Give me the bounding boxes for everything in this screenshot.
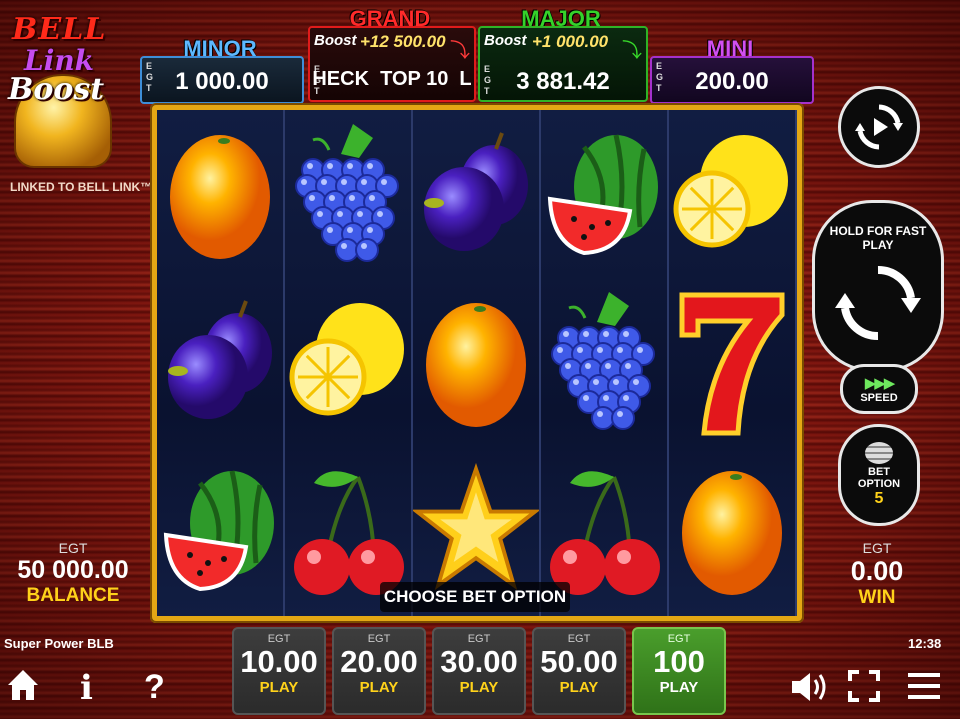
bet-option-line2: OPTION (857, 478, 901, 490)
spin-button[interactable]: HOLD FOR FAST PLAY (812, 200, 944, 372)
orange-symbol (157, 110, 283, 278)
major-boost-label: Boost (484, 32, 527, 49)
spin-icon (835, 265, 921, 341)
choose-bet-message: CHOOSE BET OPTION (380, 582, 570, 612)
bet-button-30.00[interactable]: EGT 30.00 PLAY (432, 627, 526, 715)
bet-button-20.00[interactable]: EGT 20.00 PLAY (332, 627, 426, 715)
reel-4 (541, 110, 669, 616)
home-icon (8, 670, 38, 700)
info-button[interactable]: i (80, 668, 93, 708)
game-logo: BELL Link Boost (6, 8, 116, 178)
balance-panel: EGT 50 000.00 BALANCE (8, 540, 138, 607)
bet-option-value: 5 (874, 490, 884, 507)
speed-button[interactable]: ▶▶▶ SPEED (840, 364, 918, 414)
grand-jackpot-panel: Boost +12 500.00 ⤵ EGT HECK TOP 10 L (308, 26, 476, 102)
lemon-symbol (669, 110, 795, 278)
balance-amount: 50 000.00 (17, 556, 129, 584)
reel-2 (285, 110, 413, 616)
plum-symbol (157, 278, 283, 446)
reel-area[interactable] (157, 110, 797, 616)
minor-jackpot-value: 1 000.00 (175, 68, 269, 95)
help-button[interactable]: ? (144, 668, 165, 707)
bet-value: 10.00 (240, 644, 318, 679)
bet-play-label: PLAY (359, 679, 399, 696)
home-button[interactable] (6, 668, 40, 711)
win-panel: EGT 0.00 WIN (822, 540, 932, 609)
major-jackpot-value: 3 881.42 (516, 68, 610, 95)
orange-symbol (669, 446, 795, 614)
bet-option-line1: BET (868, 466, 890, 478)
hamburger-menu-icon (908, 673, 940, 699)
fast-play-label: HOLD FOR FAST PLAY (829, 224, 927, 252)
clock: 12:38 (908, 636, 942, 651)
seven-symbol (669, 278, 795, 446)
watermelon-symbol (157, 446, 283, 614)
balance-egt-label: EGT (58, 540, 88, 556)
autoplay-button[interactable] (838, 86, 920, 168)
fast-forward-icon: ▶▶▶ (864, 375, 896, 392)
fullscreen-icon (848, 670, 880, 702)
logo-word-boost: Boost (8, 72, 105, 107)
speed-label: SPEED (860, 392, 898, 404)
major-boost-value: +1 000.00 (532, 32, 609, 51)
sound-button[interactable] (790, 670, 828, 713)
reel-1 (157, 110, 285, 616)
major-jackpot-panel: Boost +1 000.00 ⤵ EGT 3 881.42 (478, 26, 648, 102)
grand-boost-label: Boost (314, 32, 357, 49)
bet-option-button[interactable]: BET OPTION 5 (838, 424, 920, 526)
grapes-symbol (285, 110, 411, 278)
arrow-down-icon: ⤵ (622, 40, 642, 62)
speaker-icon (792, 673, 826, 701)
arrow-down-icon: ⤵ (450, 40, 470, 62)
grand-boost-value: +12 500.00 (360, 32, 446, 51)
autoplay-icon (855, 104, 903, 150)
bet-value: 20.00 (340, 644, 418, 679)
balance-label: BALANCE (26, 585, 120, 606)
fullscreen-button[interactable] (848, 670, 880, 711)
mini-jackpot-value: 200.00 (695, 68, 769, 95)
reel-5 (669, 110, 797, 616)
reel-3 (413, 110, 541, 616)
logo-word-bell: BELL (12, 12, 107, 47)
help-icon: ? (144, 668, 165, 706)
bet-value: 100 (653, 644, 705, 679)
bet-button-50.00[interactable]: EGT 50.00 PLAY (532, 627, 626, 715)
grand-jackpot-value: HECK TOP 10 L (312, 68, 472, 90)
win-label: WIN (858, 587, 896, 608)
bet-play-label: PLAY (659, 679, 699, 696)
win-amount: 0.00 (850, 556, 904, 586)
bet-play-label: PLAY (459, 679, 499, 696)
bet-value: 30.00 (440, 644, 518, 679)
menu-button[interactable] (906, 670, 942, 711)
bet-play-label: PLAY (559, 679, 599, 696)
info-icon: i (80, 668, 93, 708)
mini-jackpot-panel: EGT 200.00 (650, 56, 814, 104)
lemon-symbol (285, 278, 411, 446)
bet-play-label: PLAY (259, 679, 299, 696)
plum-symbol (413, 110, 539, 278)
game-name: Super Power BLB (4, 636, 114, 651)
orange-symbol (413, 278, 539, 446)
bet-button-10.00[interactable]: EGT 10.00 PLAY (232, 627, 326, 715)
linked-tagline: LINKED TO BELL LINK™ (10, 180, 153, 194)
watermelon-symbol (541, 110, 667, 278)
minor-jackpot-panel: EGT 1 000.00 (140, 56, 304, 104)
coins-icon (865, 442, 893, 464)
bet-button-100[interactable]: EGT 100 PLAY (632, 627, 726, 715)
grapes-symbol (541, 278, 667, 446)
win-egt-label: EGT (862, 540, 892, 556)
bet-value: 50.00 (540, 644, 618, 679)
